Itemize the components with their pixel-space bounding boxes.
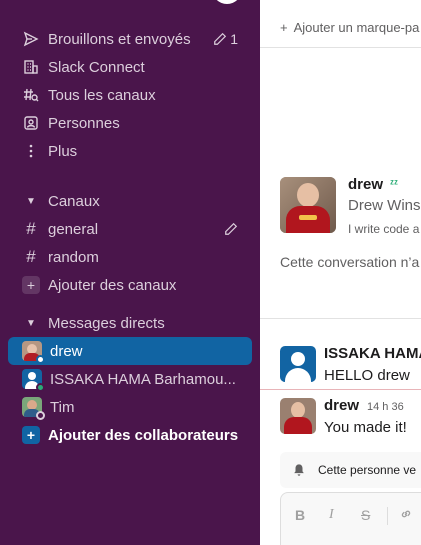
message-timestamp[interactable]: 14 h 36 [367, 401, 404, 413]
message-composer[interactable]: B I S [280, 492, 421, 545]
sidebar-item-label: Tous les canaux [48, 86, 156, 104]
building-icon [22, 58, 40, 76]
add-channels-button[interactable]: + Ajouter des canaux [8, 271, 252, 299]
avatar [22, 369, 45, 392]
channel-label: general [48, 220, 99, 238]
add-channels-label: Ajouter des canaux [48, 276, 177, 294]
dm-label: Tim [50, 398, 75, 416]
channel-label: random [48, 248, 99, 266]
profile-name[interactable]: drew [348, 176, 383, 193]
pencil-icon [214, 32, 227, 45]
sidebar-item-label: Brouillons et envoyés [48, 30, 191, 48]
sidebar-item-channel-general[interactable]: # general [8, 215, 252, 243]
sidebar-item-label: Personnes [48, 114, 120, 132]
message-author[interactable]: drew [324, 397, 359, 414]
sidebar-item-people[interactable]: Personnes [8, 109, 252, 137]
notice-text: Cette personne ve [318, 463, 417, 477]
sidebar: Brouillons et envoyés 1 Slack Connect To… [0, 0, 260, 545]
divider [260, 318, 421, 319]
caret-down-icon: ▼ [26, 317, 36, 329]
dm-label: drew [50, 342, 83, 360]
new-messages-line [260, 389, 421, 390]
add-bookmark-label: Ajouter un marque-pa [293, 20, 420, 35]
drafts-count-value: 1 [230, 31, 238, 47]
add-collaborators-button[interactable]: + Ajouter des collaborateurs [8, 421, 252, 449]
sidebar-item-drafts-sent[interactable]: Brouillons et envoyés 1 [8, 25, 252, 53]
edit-draft-indicator [224, 222, 238, 236]
sidebar-item-dm-tim[interactable]: Tim [8, 393, 252, 421]
bookmark-bar: + Ajouter un marque-pa [260, 0, 421, 48]
conversation-intro-text: Cette conversation n’a [280, 254, 420, 270]
plus-icon: + [22, 426, 40, 444]
send-icon [22, 30, 40, 48]
sidebar-item-dm-drew[interactable]: drew [8, 337, 252, 365]
message-text: HELLO drew [324, 367, 410, 384]
caret-down-icon: ▼ [26, 195, 36, 207]
profile-full-name: Drew Wins [348, 197, 421, 214]
dm-section-header[interactable]: ▼ Messages directs [8, 309, 252, 337]
channels-header-label: Canaux [48, 192, 100, 210]
avatar [22, 397, 45, 420]
sidebar-item-slack-connect[interactable]: Slack Connect [8, 53, 252, 81]
more-vertical-icon [22, 142, 40, 160]
message-avatar[interactable] [280, 346, 316, 382]
profile-photo[interactable] [280, 177, 336, 233]
message-avatar[interactable] [280, 398, 316, 434]
workspace-avatar[interactable] [212, 0, 242, 4]
bell-snooze-icon [294, 464, 304, 476]
strikethrough-button[interactable]: S [361, 507, 370, 523]
italic-button[interactable]: I [329, 507, 334, 523]
add-bookmark-button[interactable]: + Ajouter un marque-pa [280, 20, 419, 35]
dm-label: ISSAKA HAMA Barhamou... [50, 370, 236, 388]
status-dot [36, 355, 45, 364]
conversation-pane: + Ajouter un marque-pa drew ᶻᶻ Drew Wins … [260, 0, 421, 545]
toolbar-separator [387, 507, 388, 525]
sidebar-item-channel-random[interactable]: # random [8, 243, 252, 271]
sidebar-item-all-channels[interactable]: Tous les canaux [8, 81, 252, 109]
sidebar-item-label: Slack Connect [48, 58, 145, 76]
pencil-icon [225, 222, 238, 235]
add-collaborators-label: Ajouter des collaborateurs [48, 426, 239, 444]
status-dot [36, 383, 45, 392]
away-zz-icon: ᶻᶻ [390, 178, 398, 190]
hash-icon: # [26, 219, 36, 238]
channels-section-header[interactable]: ▼ Canaux [8, 187, 252, 215]
avatar [22, 341, 45, 364]
link-icon[interactable] [399, 507, 413, 524]
profile-bio: I write code a [348, 222, 420, 236]
channel-search-icon [22, 86, 40, 104]
drafts-count: 1 [213, 31, 238, 47]
message-text: You made it! [324, 419, 407, 436]
dm-header-label: Messages directs [48, 314, 165, 332]
message-author[interactable]: ISSAKA HAMA [324, 345, 421, 362]
status-dot [36, 411, 45, 420]
people-icon [22, 114, 40, 132]
sidebar-item-label: Plus [48, 142, 78, 160]
plus-icon: + [22, 276, 40, 294]
sidebar-item-more[interactable]: Plus [8, 137, 252, 165]
plus-icon: + [280, 20, 288, 35]
notification-notice: Cette personne ve [280, 452, 421, 488]
bold-button[interactable]: B [295, 507, 305, 523]
sidebar-item-dm-issaka[interactable]: ISSAKA HAMA Barhamou... [8, 365, 252, 393]
hash-icon: # [26, 247, 36, 266]
